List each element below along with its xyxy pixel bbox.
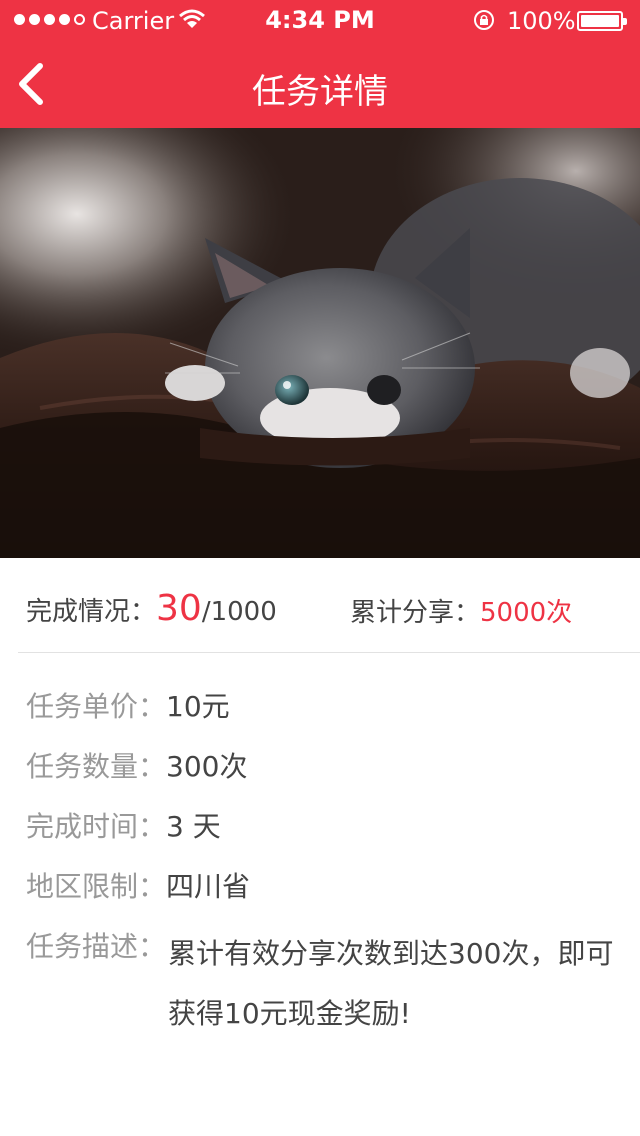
- description-row: 任务描述：: [26, 925, 166, 965]
- battery-fill: [581, 15, 619, 27]
- price-row: 任务单价：10元: [26, 685, 230, 725]
- quantity-row: 任务数量：300次: [26, 745, 247, 785]
- colon: ：: [138, 750, 167, 783]
- battery-icon: [577, 11, 627, 31]
- region-value: 四川省: [166, 870, 251, 903]
- colon: ：: [138, 930, 167, 963]
- region-row: 地区限制：四川省: [26, 865, 250, 905]
- task-summary: 完成情况：30/1000 累计分享：5000次: [0, 558, 640, 653]
- status-bar: Carrier 4:34 PM 100%: [0, 0, 640, 40]
- region-label: 地区限制: [26, 870, 139, 903]
- duration-row: 完成时间：3 天: [26, 805, 221, 845]
- rotation-lock-icon: [474, 10, 494, 30]
- header: Carrier 4:34 PM 100% 任务详情: [0, 0, 640, 128]
- colon: ：: [138, 690, 167, 723]
- description-label: 任务描述: [26, 930, 139, 963]
- share-count: 累计分享：5000次: [350, 592, 572, 629]
- completion-done: 30: [156, 588, 202, 629]
- completion-label: 完成情况：: [26, 597, 157, 627]
- nav-bar: 任务详情: [0, 40, 640, 128]
- duration-value: 3 天: [166, 810, 221, 843]
- divider: [18, 652, 640, 653]
- battery-percent: 100%: [507, 7, 576, 35]
- colon: ：: [138, 870, 167, 903]
- colon: ：: [138, 810, 167, 843]
- duration-label: 完成时间: [26, 810, 139, 843]
- quantity-label: 任务数量: [26, 750, 139, 783]
- price-value: 10元: [166, 690, 230, 723]
- share-label: 累计分享：: [350, 598, 481, 628]
- page-title: 任务详情: [252, 72, 388, 112]
- completion-total: /1000: [201, 597, 277, 627]
- kitten-photo: [0, 128, 640, 558]
- summary-row: 完成情况：30/1000 累计分享：5000次: [26, 588, 626, 632]
- description-value: 累计有效分享次数到达300次，即可获得10元现金奖励!: [168, 937, 614, 1030]
- hero-image: [0, 128, 640, 558]
- quantity-value: 300次: [166, 750, 248, 783]
- price-label: 任务单价: [26, 690, 139, 723]
- share-value: 5000次: [480, 598, 573, 628]
